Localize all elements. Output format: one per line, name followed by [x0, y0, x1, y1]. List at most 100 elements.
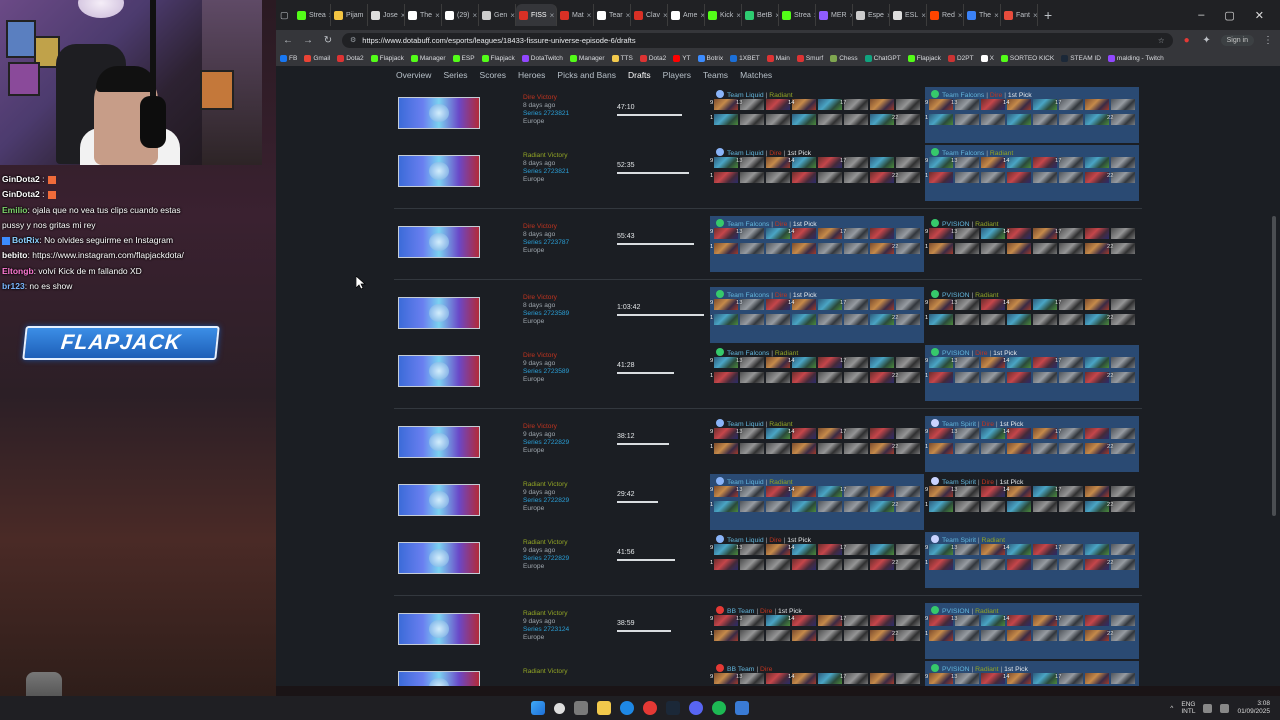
hero-pick-icon[interactable]: 14 [1003, 157, 1031, 168]
series-link[interactable]: Series 2722829 [523, 497, 569, 505]
hero-pick-icon[interactable] [1085, 228, 1109, 239]
hero-ban-icon[interactable] [818, 314, 842, 325]
spotify-icon[interactable] [712, 701, 726, 715]
team-name[interactable]: Team Spirit [942, 479, 976, 486]
hero-pick-icon[interactable]: 1 [925, 314, 953, 325]
team-draft[interactable]: Team Liquid | Dire | 1st Pick 9 13 14 17 1 22 [710, 532, 924, 588]
hero-ban-icon[interactable] [818, 630, 842, 641]
hero-pick-icon[interactable] [870, 673, 894, 684]
hero-ban-icon[interactable]: 17 [840, 299, 868, 310]
team-draft[interactable]: Team Falcons | Dire | 1st Pick 9 13 14 17 1 22 [925, 87, 1139, 143]
address-bar[interactable]: ⚙ https://www.dotabuff.com/esports/leagu… [342, 32, 1173, 48]
hero-pick-icon[interactable] [870, 486, 894, 497]
bookmark-item[interactable]: DotaTwitch [521, 54, 563, 62]
hero-pick-icon[interactable]: 9 [925, 673, 953, 684]
browser-tab[interactable]: Strea× [779, 4, 816, 26]
hero-ban-icon[interactable] [1111, 544, 1135, 555]
bookmark-item[interactable]: Manager [569, 54, 605, 62]
hero-pick-icon[interactable]: 9 [710, 99, 738, 110]
team-draft[interactable]: Team Liquid | Radiant 9 13 14 17 1 22 [710, 416, 924, 472]
hero-ban-icon[interactable]: 22 [1107, 314, 1135, 325]
hero-ban-icon[interactable]: 22 [1107, 243, 1135, 254]
hero-ban-icon[interactable]: 13 [951, 673, 979, 684]
hero-ban-icon[interactable] [766, 114, 790, 125]
match-result[interactable]: Dire Victory [523, 352, 569, 360]
browser-tab[interactable]: Ame × [668, 4, 705, 26]
hero-ban-icon[interactable] [896, 544, 920, 555]
team-name[interactable]: PVISION [942, 608, 970, 615]
team-draft[interactable]: Team Falcons | Dire | 1st Pick 9 13 14 17 1 22 [710, 287, 924, 343]
hero-ban-icon[interactable] [981, 172, 1005, 183]
hero-pick-icon[interactable]: 9 [710, 615, 738, 626]
hero-ban-icon[interactable] [1033, 172, 1057, 183]
hero-pick-icon[interactable] [870, 157, 894, 168]
hero-ban-icon[interactable]: 13 [951, 615, 979, 626]
hero-pick-icon[interactable] [981, 228, 1005, 239]
browser-tab[interactable]: Mat × [557, 4, 594, 26]
tab-close-icon[interactable]: × [472, 11, 477, 20]
hero-ban-icon[interactable] [844, 243, 868, 254]
subnav-item-picks-and-bans[interactable]: Picks and Bans [557, 70, 616, 80]
hero-ban-icon[interactable]: 13 [951, 428, 979, 439]
hero-ban-icon[interactable] [818, 501, 842, 512]
hero-ban-icon[interactable] [766, 172, 790, 183]
hero-ban-icon[interactable] [955, 501, 979, 512]
hero-pick-icon[interactable] [1033, 486, 1057, 497]
hero-ban-icon[interactable]: 22 [1107, 372, 1135, 383]
hero-pick-icon[interactable]: 14 [1003, 299, 1031, 310]
team-draft[interactable]: Team Falcons | Radiant 9 13 14 17 1 22 [925, 145, 1139, 201]
hero-ban-icon[interactable] [896, 615, 920, 626]
hero-pick-icon[interactable]: 14 [788, 357, 816, 368]
team-draft[interactable]: Team Spirit | Radiant 9 13 14 17 1 22 [925, 532, 1139, 588]
hero-pick-icon[interactable]: 9 [925, 228, 953, 239]
bookmark-item[interactable]: Dota2 [337, 54, 364, 62]
steam-icon[interactable] [666, 701, 680, 715]
hero-pick-icon[interactable] [870, 299, 894, 310]
hero-ban-icon[interactable] [844, 114, 868, 125]
hero-pick-icon[interactable]: 9 [710, 157, 738, 168]
extension-icon[interactable]: ● [1181, 35, 1193, 46]
hero-ban-icon[interactable] [896, 673, 920, 684]
hero-ban-icon[interactable] [1033, 501, 1057, 512]
hero-ban-icon[interactable]: 17 [1055, 428, 1083, 439]
tab-close-icon[interactable]: × [626, 11, 630, 20]
hero-pick-icon[interactable]: 1 [710, 372, 738, 383]
hero-ban-icon[interactable]: 13 [736, 428, 764, 439]
hero-pick-icon[interactable] [981, 99, 1005, 110]
hero-ban-icon[interactable] [818, 443, 842, 454]
team-name[interactable]: Team Liquid [727, 92, 764, 99]
hero-ban-icon[interactable]: 13 [736, 228, 764, 239]
hero-ban-icon[interactable] [766, 243, 790, 254]
wifi-icon[interactable] [1203, 703, 1213, 713]
team-name[interactable]: Team Falcons [727, 221, 769, 228]
hero-pick-icon[interactable] [792, 559, 816, 570]
hero-pick-icon[interactable]: 14 [1003, 228, 1031, 239]
hero-pick-icon[interactable]: 1 [925, 114, 953, 125]
hero-pick-icon[interactable] [1085, 372, 1109, 383]
hero-ban-icon[interactable] [740, 114, 764, 125]
hero-pick-icon[interactable] [870, 372, 894, 383]
hero-pick-icon[interactable] [818, 544, 842, 555]
hero-ban-icon[interactable] [844, 559, 868, 570]
team-draft[interactable]: Team Spirit | Dire | 1st Pick 9 13 14 17 1 22 [925, 474, 1139, 530]
bookmark-item[interactable]: X [980, 54, 994, 62]
tab-close-icon[interactable]: × [550, 11, 555, 20]
team-name[interactable]: BB Team [727, 608, 754, 615]
hero-pick-icon[interactable] [1033, 357, 1057, 368]
forward-icon[interactable]: → [302, 35, 314, 46]
team-name[interactable]: Team Spirit [942, 537, 976, 544]
browser-tab[interactable]: The × [964, 4, 1001, 26]
hero-ban-icon[interactable]: 22 [892, 443, 920, 454]
maximize-icon[interactable]: ▢ [1224, 9, 1234, 22]
match-result[interactable]: Dire Victory [523, 294, 569, 302]
hero-pick-icon[interactable] [818, 486, 842, 497]
site-info-icon[interactable]: ⚙ [350, 36, 356, 44]
hero-ban-icon[interactable]: 17 [840, 428, 868, 439]
hero-pick-icon[interactable] [1033, 428, 1057, 439]
hero-ban-icon[interactable] [818, 559, 842, 570]
subnav-item-heroes[interactable]: Heroes [518, 70, 545, 80]
hero-pick-icon[interactable]: 14 [788, 228, 816, 239]
team-name[interactable]: Team Spirit [942, 421, 976, 428]
team-name[interactable]: Team Falcons [942, 92, 984, 99]
hero-ban-icon[interactable]: 17 [840, 357, 868, 368]
